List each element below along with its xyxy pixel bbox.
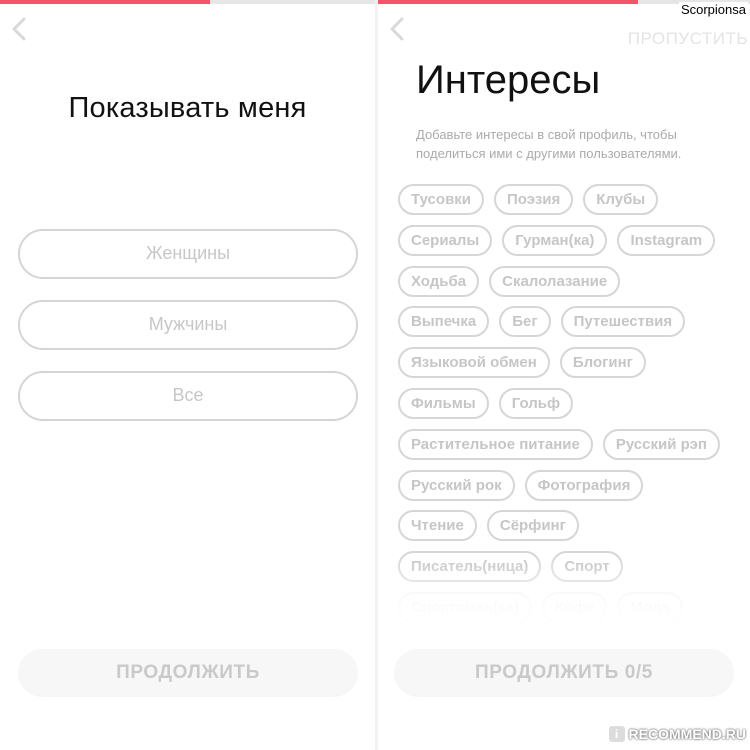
progress-fill [378, 0, 639, 4]
interest-chip[interactable]: Сериалы [398, 224, 493, 256]
interest-chip[interactable]: Русский рок [398, 469, 515, 501]
interest-chip[interactable]: Растительное питание [398, 428, 593, 460]
interest-chip[interactable]: Путешествия [560, 306, 686, 338]
chip-row: Фильмы Гольф [398, 387, 750, 429]
chip-row: Тусовки Поэзия Клубы [398, 184, 750, 225]
interest-chip[interactable]: Мода [617, 591, 683, 623]
interest-chip[interactable]: Скалолазание [489, 265, 621, 297]
skip-button[interactable]: ПРОПУСТИТЬ [628, 29, 748, 49]
chip-row: Сериалы Гурман(ка) Instagram [398, 224, 750, 266]
option-women-button[interactable]: Женщины [18, 229, 358, 279]
chip-row: Писатель(ница) Спорт [398, 551, 750, 592]
description: Добавьте интересы в свой профиль, чтобы … [416, 127, 682, 161]
interest-chip[interactable]: Спортсмен(ка) [398, 591, 532, 623]
chip-row: Чтение Сёрфинг [398, 510, 750, 551]
interest-chip[interactable]: Кофе [541, 591, 608, 623]
interest-chips: Тусовки Поэзия Клубы Сериалы Гурман(ка) Insta… [398, 184, 750, 633]
progress-bar [0, 0, 375, 4]
interest-chip[interactable]: Выпечка [398, 306, 490, 338]
interest-chip[interactable]: Писатель(ница) [398, 551, 542, 583]
chip-row: Растительное питание Русский рэп [398, 428, 750, 470]
interest-chip[interactable]: Сёрфинг [486, 510, 579, 542]
back-icon[interactable] [386, 16, 410, 42]
chip-row: Выпечка Бег Путешествия [398, 306, 750, 347]
interest-chip[interactable]: Тусовки [398, 184, 485, 215]
show-me-screen: Показывать меня Женщины Мужчины Все ПРОД… [0, 0, 375, 750]
interest-chip[interactable]: Спорт [551, 551, 623, 583]
continue-button[interactable]: ПРОДОЛЖИТЬ 0/5 [394, 649, 734, 697]
interest-chip[interactable]: Языковой обмен [398, 347, 550, 379]
back-icon[interactable] [8, 16, 32, 42]
chip-row: Языковой обмен Блогинг [398, 347, 750, 388]
interest-chip[interactable]: Гольф [498, 387, 574, 419]
interest-chip[interactable]: Клубы [583, 184, 659, 215]
page-title: Показывать меня [68, 92, 307, 124]
watermark-badge-icon: i [608, 726, 625, 742]
interest-chip[interactable]: Фотография [524, 469, 644, 501]
page-title: Интересы [416, 58, 601, 102]
interest-chip[interactable]: Поэзия [494, 184, 574, 215]
progress-fill [0, 0, 210, 4]
watermark-text: RECOMMEND.RU [628, 726, 746, 742]
option-all-button[interactable]: Все [18, 371, 358, 421]
chip-row: Русский рок Фотография [398, 469, 750, 511]
interest-chip[interactable]: Гурман(ка) [502, 224, 608, 256]
interests-screen: ПРОПУСТИТЬ Интересы Добавьте интересы в … [378, 0, 750, 750]
interest-chip[interactable]: Блогинг [559, 347, 646, 379]
chip-row: Ходьба Скалолазание [398, 265, 750, 307]
interest-chip[interactable]: Бег [499, 306, 551, 338]
interest-chip[interactable]: Чтение [398, 510, 477, 542]
continue-button[interactable]: ПРОДОЛЖИТЬ [18, 649, 358, 697]
interest-chip[interactable]: Фильмы [398, 387, 489, 419]
chip-row: Спортсмен(ка) Кофе Мода [398, 591, 750, 633]
interest-chip[interactable]: Instagram [617, 224, 716, 256]
watermark: i RECOMMEND.RU [608, 726, 746, 742]
interest-chip[interactable]: Русский рэп [602, 428, 720, 460]
option-men-button[interactable]: Мужчины [18, 300, 358, 350]
username-label: Scorpionsa [678, 2, 748, 17]
interest-chip[interactable]: Ходьба [398, 265, 480, 297]
